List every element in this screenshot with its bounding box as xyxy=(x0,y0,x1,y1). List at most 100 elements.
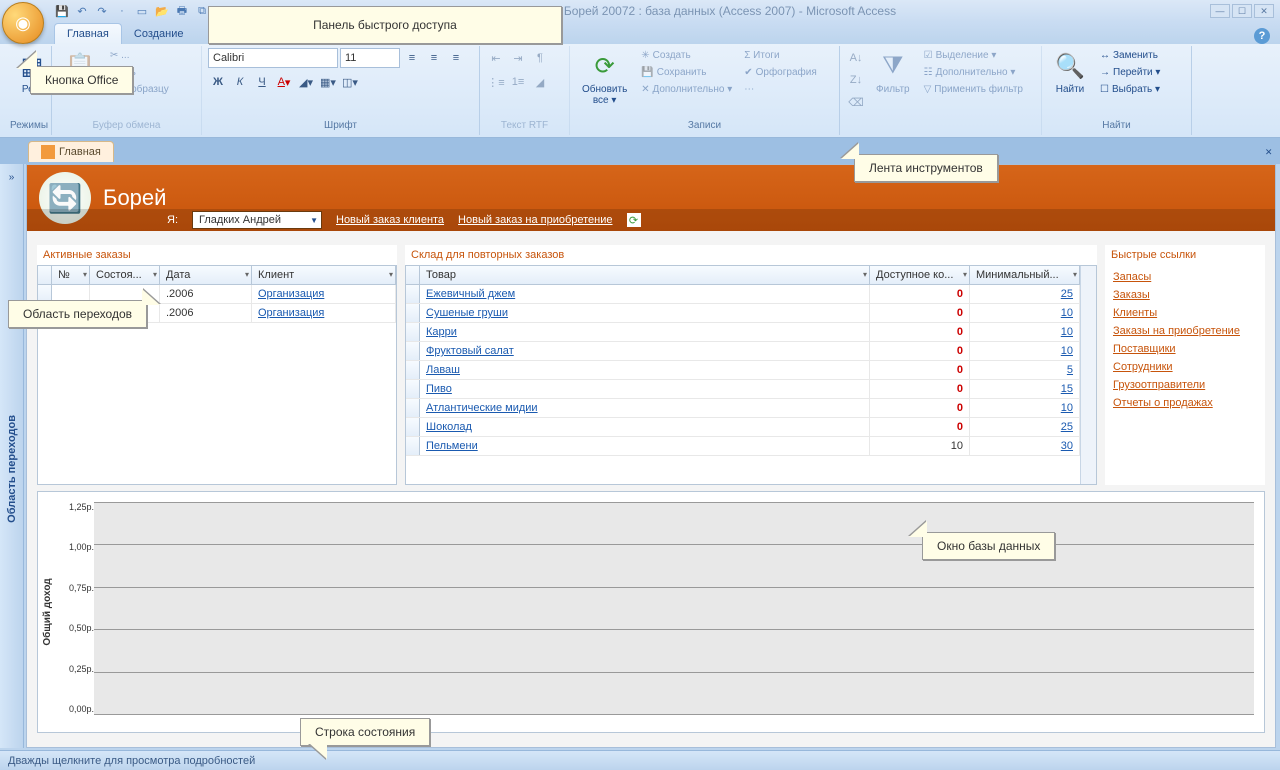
new-client-order-link[interactable]: Новый заказ клиента xyxy=(336,214,444,226)
align-center-icon[interactable]: ≡ xyxy=(424,48,444,68)
filter-button[interactable]: ⧩Фильтр xyxy=(870,48,916,97)
goto-button[interactable]: → Перейти ▾ xyxy=(1096,65,1164,80)
ltr-icon[interactable]: ¶ xyxy=(530,48,550,68)
select-button[interactable]: ☐ Выбрать ▾ xyxy=(1096,82,1164,97)
stock-panel: Склад для повторных заказов Товар▾ Досту… xyxy=(405,245,1097,485)
apply-filter-button[interactable]: ▽ Применить фильтр xyxy=(920,82,1027,97)
font-color-icon[interactable]: А▾ xyxy=(274,72,294,92)
cut-button[interactable]: ✂ ... xyxy=(106,48,173,63)
window-controls: — ☐ ✕ xyxy=(1210,4,1274,18)
totals-button[interactable]: Σ Итоги xyxy=(740,48,821,63)
new-record-button[interactable]: ✳ Создать xyxy=(637,48,736,63)
align-right-icon[interactable]: ≡ xyxy=(446,48,466,68)
active-orders-title: Активные заказы xyxy=(37,245,397,265)
document-tab-home[interactable]: Главная xyxy=(28,141,114,162)
group-modes-label: Режимы xyxy=(10,118,45,133)
quicklink[interactable]: Заказы xyxy=(1113,289,1257,301)
indent-inc-icon[interactable]: ⇥ xyxy=(508,48,528,68)
new-icon[interactable]: ▭ xyxy=(134,3,150,19)
group-find-label: Найти xyxy=(1048,118,1185,133)
table-row[interactable]: Пельмени1030 xyxy=(406,437,1080,456)
navigation-pane[interactable]: » Область переходов xyxy=(0,164,24,748)
database-window: 🔄 Борей Я: Гладких Андрей Новый заказ кл… xyxy=(26,164,1276,748)
navpane-expand-icon[interactable]: » xyxy=(3,168,21,186)
sort-desc-icon[interactable]: Z↓ xyxy=(846,70,866,90)
font-size-combo[interactable]: 11 xyxy=(340,48,400,68)
document-tab-bar: Главная ✕ xyxy=(0,138,1280,164)
office-button[interactable]: ◉ xyxy=(2,2,44,44)
highlight-icon[interactable]: ◢ xyxy=(530,72,550,92)
chart-ylabel: Общий доход xyxy=(42,578,53,645)
quicklink[interactable]: Клиенты xyxy=(1113,307,1257,319)
selection-button[interactable]: ☑ Выделение ▾ xyxy=(920,48,1027,63)
tab-create[interactable]: Создание xyxy=(122,24,196,44)
employee-dropdown[interactable]: Гладких Андрей xyxy=(192,211,322,229)
bold-icon[interactable]: Ж xyxy=(208,72,228,92)
tab-home[interactable]: Главная xyxy=(54,23,122,44)
open-icon[interactable]: 📂 xyxy=(154,3,170,19)
navpane-title: Область переходов xyxy=(6,415,18,523)
form-header: 🔄 Борей Я: Гладких Андрей Новый заказ кл… xyxy=(27,165,1275,231)
save-record-button[interactable]: 💾 Сохранить xyxy=(637,65,736,80)
sort-asc-icon[interactable]: A↓ xyxy=(846,48,866,68)
bullets-icon[interactable]: ⋮≡ xyxy=(486,72,506,92)
table-row[interactable]: Пиво015 xyxy=(406,380,1080,399)
quicklink[interactable]: Грузоотправители xyxy=(1113,379,1257,391)
form-subbar: Я: Гладких Андрей Новый заказ клиента Но… xyxy=(27,209,1275,231)
quicklinks-list: Запасы Заказы Клиенты Заказы на приобретени… xyxy=(1105,265,1265,415)
indent-dec-icon[interactable]: ⇤ xyxy=(486,48,506,68)
chart-yticks: 1,25p.1,00p.0,75p.0,50p.0,25p.0,00p. xyxy=(66,502,94,714)
table-row[interactable]: Ежевичный джем025 xyxy=(406,285,1080,304)
clear-sort-icon[interactable]: ⌫ xyxy=(846,92,866,112)
stock-grid[interactable]: Товар▾ Доступное ко...▾ Минимальный...▾ … xyxy=(405,265,1097,485)
fill-color-icon[interactable]: ◢▾ xyxy=(296,72,316,92)
close-button[interactable]: ✕ xyxy=(1254,4,1274,18)
minimize-button[interactable]: — xyxy=(1210,4,1230,18)
help-icon[interactable]: ? xyxy=(1254,28,1270,44)
group-records-label: Записи xyxy=(576,118,833,133)
document-close-button[interactable]: ✕ xyxy=(1265,145,1272,158)
chart-plot-area xyxy=(94,502,1254,714)
table-row[interactable]: Лаваш05 xyxy=(406,361,1080,380)
me-label: Я: xyxy=(167,214,178,226)
save-icon[interactable]: 💾 xyxy=(54,3,70,19)
quicklink[interactable]: Поставщики xyxy=(1113,343,1257,355)
table-row[interactable]: Атлантические мидии010 xyxy=(406,399,1080,418)
quicklink[interactable]: Отчеты о продажах xyxy=(1113,397,1257,409)
group-rtf-label: Текст RTF xyxy=(486,118,563,133)
quicklinks-title: Быстрые ссылки xyxy=(1105,245,1265,265)
find-button[interactable]: 🔍Найти xyxy=(1048,48,1092,97)
active-orders-grid[interactable]: №▾ Состоя...▾ Дата▾ Клиент▾ .2006Организ… xyxy=(37,265,397,485)
underline-icon[interactable]: Ч xyxy=(252,72,272,92)
advanced-filter-button[interactable]: ☷ Дополнительно ▾ xyxy=(920,65,1027,80)
quicklink[interactable]: Заказы на приобретение xyxy=(1113,325,1257,337)
new-purchase-order-link[interactable]: Новый заказ на приобретение xyxy=(458,214,612,226)
font-name-combo[interactable]: Calibri xyxy=(208,48,338,68)
print-icon[interactable]: 🖶 xyxy=(174,3,190,19)
quicklink[interactable]: Запасы xyxy=(1113,271,1257,283)
table-row[interactable]: Карри010 xyxy=(406,323,1080,342)
align-left-icon[interactable]: ≡ xyxy=(402,48,422,68)
callout-office-button: Кнопка Office xyxy=(30,66,133,94)
gridlines-icon[interactable]: ▦▾ xyxy=(318,72,338,92)
spelling-button[interactable]: ✔ Орфография xyxy=(740,65,821,80)
table-row[interactable]: Сушеные груши010 xyxy=(406,304,1080,323)
redo-icon[interactable]: ↷ xyxy=(94,3,110,19)
maximize-button[interactable]: ☐ xyxy=(1232,4,1252,18)
table-row[interactable]: Фруктовый салат010 xyxy=(406,342,1080,361)
altrow-icon[interactable]: ◫▾ xyxy=(340,72,360,92)
table-row[interactable]: Шоколад025 xyxy=(406,418,1080,437)
quicklink[interactable]: Сотрудники xyxy=(1113,361,1257,373)
callout-statusbar: Строка состояния xyxy=(300,718,430,746)
refresh-all-button[interactable]: ⟳Обновить все ▾ xyxy=(576,48,633,108)
numbers-icon[interactable]: 1≡ xyxy=(508,72,528,92)
delete-record-button[interactable]: ✕ Дополнительно ▾ xyxy=(637,82,736,97)
italic-icon[interactable]: К xyxy=(230,72,250,92)
refresh-form-icon[interactable]: ⟳ xyxy=(627,213,641,227)
undo-icon[interactable]: ↶ xyxy=(74,3,90,19)
quicklinks-panel: Быстрые ссылки Запасы Заказы Клиенты Заказы… xyxy=(1105,245,1265,485)
stock-scrollbar[interactable] xyxy=(1080,266,1096,484)
replace-button[interactable]: ↔ Заменить xyxy=(1096,48,1164,63)
callout-dbwindow: Окно базы данных xyxy=(922,532,1055,560)
more-records-button[interactable]: ⋯ xyxy=(740,82,821,97)
